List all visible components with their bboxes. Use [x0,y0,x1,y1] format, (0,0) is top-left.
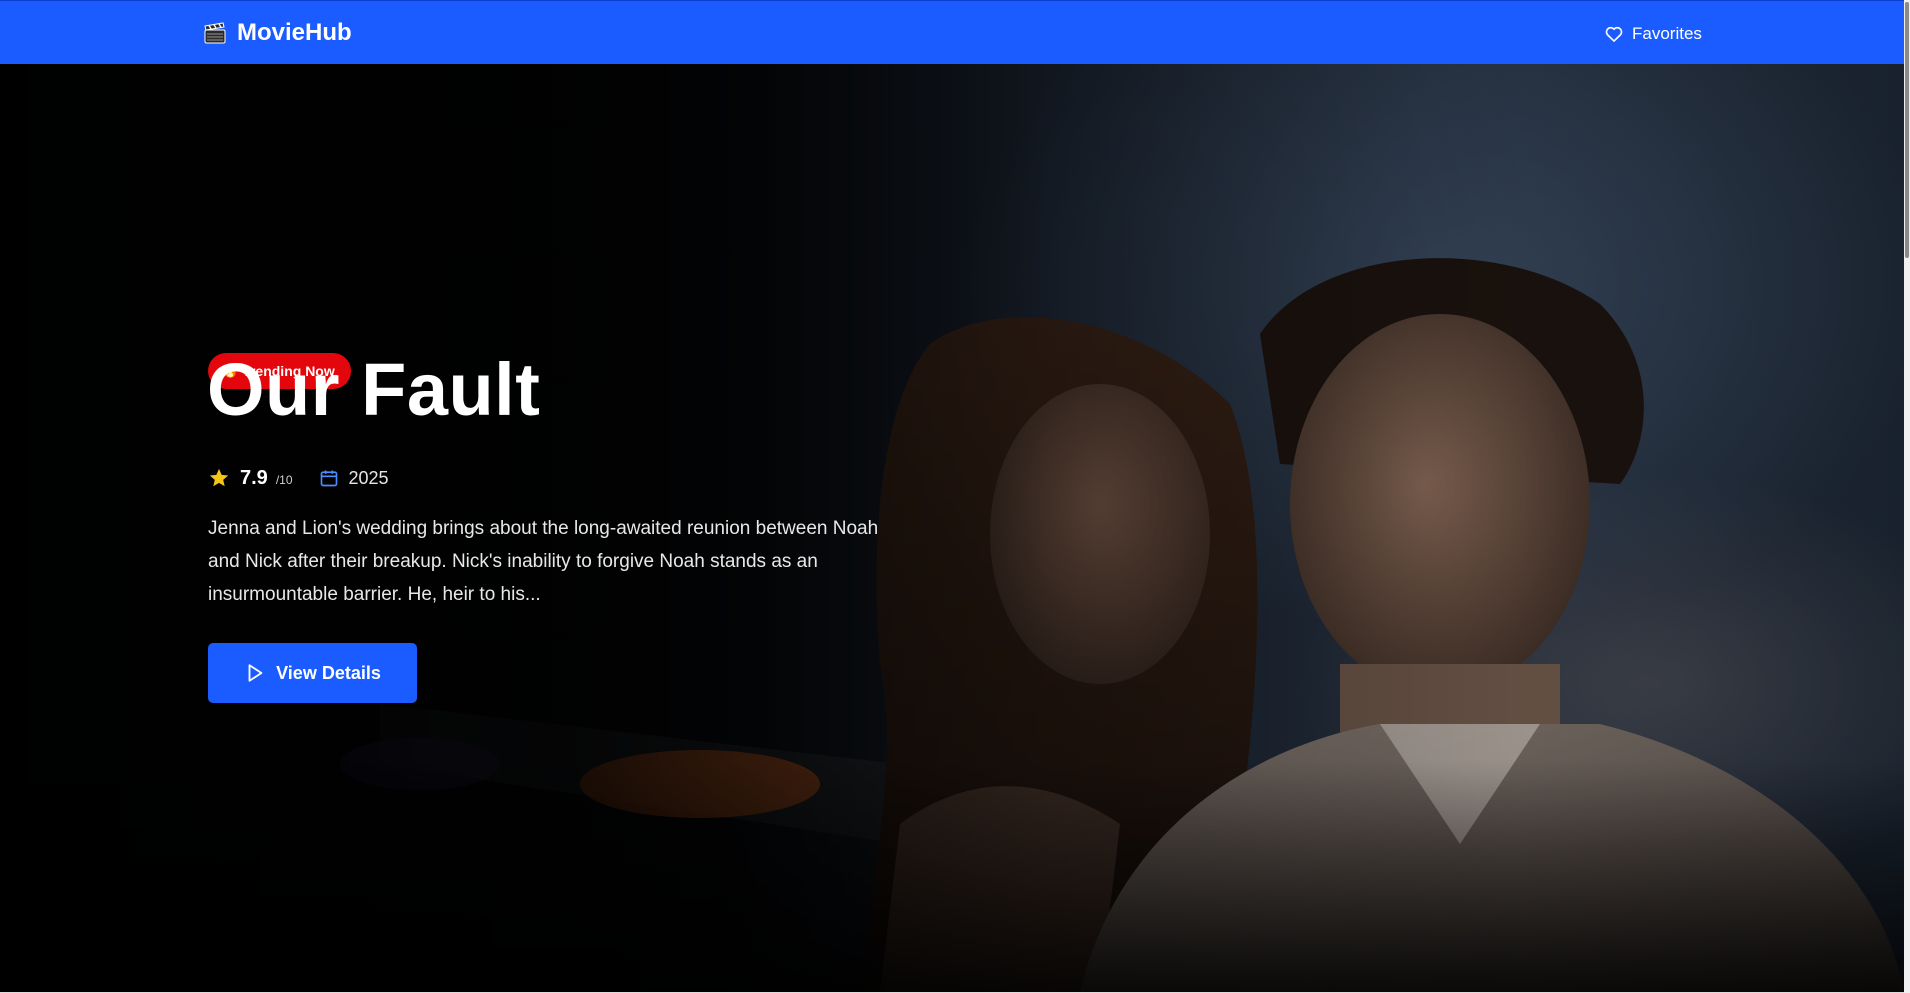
view-details-label: View Details [276,662,381,683]
movie-meta: 7.9 /10 2025 [208,464,389,492]
favorites-link[interactable]: Favorites [1604,21,1702,47]
scrollbar-thumb[interactable] [1905,2,1909,258]
star-icon [209,468,229,487]
play-icon [248,664,263,682]
clapperboard-icon [204,22,226,44]
heart-icon [1605,26,1623,42]
brand-name: MovieHub [237,19,352,46]
top-navbar: MovieHub Favorites [0,0,1904,64]
movie-title: Our Fault [207,348,541,431]
brand-logo[interactable]: MovieHub [203,18,352,48]
viewport: MovieHub Favorites 🔥 Trending Now Our Fa… [0,0,1910,993]
view-details-button[interactable]: View Details [208,643,417,703]
vertical-scrollbar[interactable] [1904,0,1910,993]
release-year: 2025 [348,467,389,488]
favorites-label: Favorites [1632,24,1702,43]
movie-description: Jenna and Lion's wedding brings about th… [208,518,879,605]
calendar-icon [320,470,337,487]
rating-value: 7.9 [240,466,268,489]
rating-scale: /10 [275,473,293,487]
